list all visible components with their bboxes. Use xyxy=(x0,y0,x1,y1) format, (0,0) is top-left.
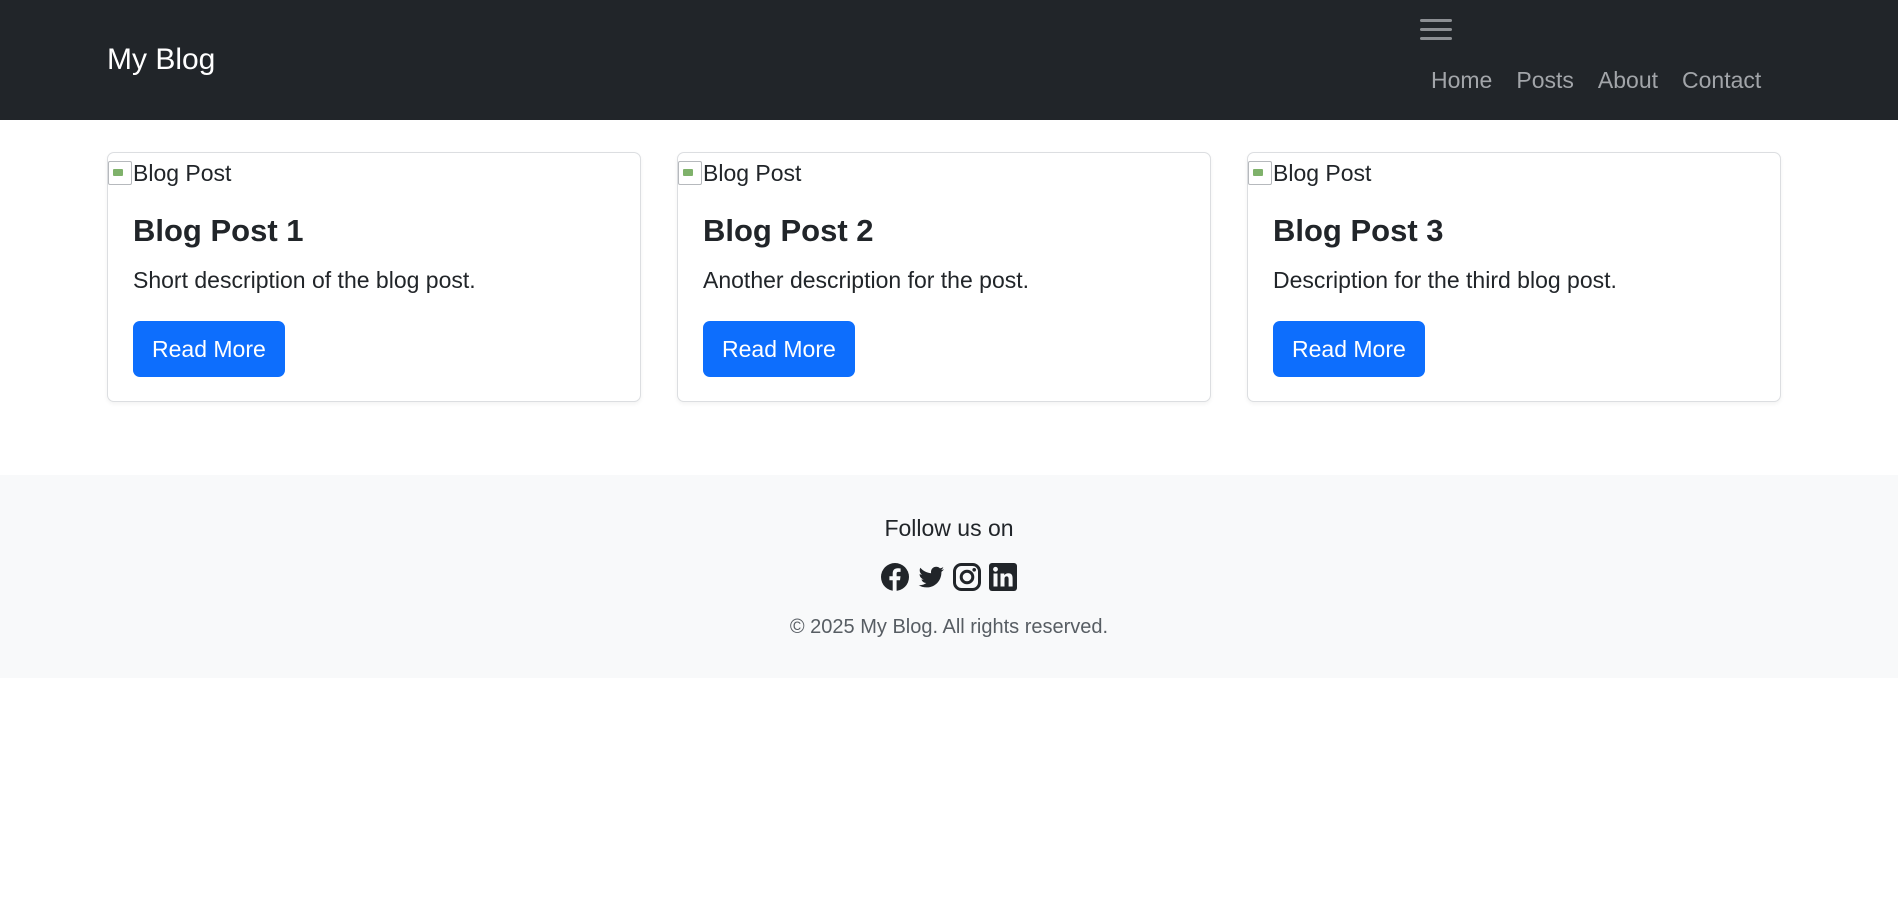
read-more-button[interactable]: Read More xyxy=(133,321,285,377)
card-text: Short description of the blog post. xyxy=(133,267,476,293)
card-image: Blog Post xyxy=(1248,153,1371,193)
footer: Follow us on © 2025 My Blog. All rights … xyxy=(0,475,1898,678)
card-image-alt: Blog Post xyxy=(133,159,232,186)
broken-image-icon xyxy=(108,161,132,185)
nav-links: Home Posts About Contact xyxy=(1419,64,1773,96)
card-image: Blog Post xyxy=(108,153,231,193)
card-title: Blog Post 1 xyxy=(133,213,304,248)
copyright-text: © 2025 My Blog. All rights reserved. xyxy=(789,616,1109,638)
facebook-icon[interactable] xyxy=(880,562,910,592)
menu-toggle-icon[interactable] xyxy=(1420,16,1452,44)
card-text: Description for the third blog post. xyxy=(1273,267,1617,293)
blog-card: Blog Post Blog Post 3 Description for th… xyxy=(1247,152,1781,402)
card-title: Blog Post 2 xyxy=(703,213,874,248)
card-text: Another description for the post. xyxy=(703,267,1030,293)
navbar: My Blog Home Posts About Contact xyxy=(0,0,1898,120)
follow-us-label: Follow us on xyxy=(884,515,1014,541)
social-links xyxy=(0,562,1898,592)
card-image-alt: Blog Post xyxy=(703,159,802,186)
broken-image-icon xyxy=(678,161,702,185)
read-more-button[interactable]: Read More xyxy=(703,321,855,377)
blog-card: Blog Post Blog Post 1 Short description … xyxy=(107,152,641,402)
nav-link-posts[interactable]: Posts xyxy=(1504,64,1586,96)
card-image-alt: Blog Post xyxy=(1273,159,1372,186)
twitter-icon[interactable] xyxy=(916,562,946,592)
linkedin-icon[interactable] xyxy=(988,562,1018,592)
nav-link-home[interactable]: Home xyxy=(1419,64,1504,96)
instagram-icon[interactable] xyxy=(952,562,982,592)
nav-link-contact[interactable]: Contact xyxy=(1670,64,1773,96)
read-more-button[interactable]: Read More xyxy=(1273,321,1425,377)
card-title: Blog Post 3 xyxy=(1273,213,1444,248)
card-image: Blog Post xyxy=(678,153,801,193)
blog-card: Blog Post Blog Post 2 Another descriptio… xyxy=(677,152,1211,402)
nav-link-about[interactable]: About xyxy=(1586,64,1670,96)
brand-link[interactable]: My Blog xyxy=(107,42,215,78)
broken-image-icon xyxy=(1248,161,1272,185)
